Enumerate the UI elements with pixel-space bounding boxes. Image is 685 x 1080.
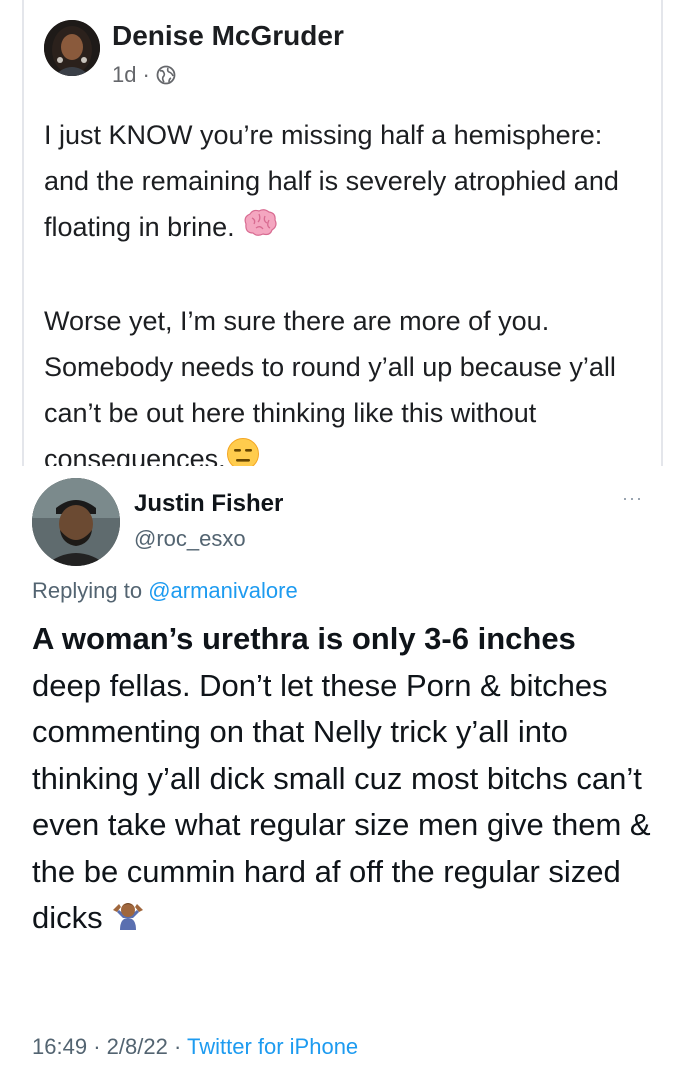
author-name[interactable]: Denise McGruder [112,20,344,52]
tweet-date[interactable]: 2/8/22 [107,1034,168,1059]
meta-separator: · [142,62,150,87]
footer-separator: · [93,1034,101,1059]
brain-emoji [242,206,278,252]
tweet-text: A woman’s urethra is only 3-6 inches dee… [32,616,662,943]
tweet-card: Justin Fisher @roc_esxo ··· Replying to … [0,466,685,1080]
replying-to: Replying to @armanivalore [32,578,298,604]
globe-icon[interactable] [156,65,176,85]
post-border-right [661,0,663,466]
post-paragraph-text: I just KNOW you’re missing half a hemisp… [44,120,619,242]
facebook-post: Denise McGruder 1d · I just KNOW you’re … [0,0,685,474]
tweet-bold-line: A woman’s urethra is only 3-6 inches [32,621,576,656]
reply-mention-link[interactable]: @armanivalore [148,578,298,603]
post-paragraph: Worse yet, I’m sure there are more of yo… [44,298,644,485]
replying-prefix: Replying to [32,578,143,603]
tweet-source-link[interactable]: Twitter for iPhone [187,1034,358,1059]
post-paragraph: I just KNOW you’re missing half a hemisp… [44,112,644,252]
more-options-icon[interactable]: ··· [622,488,643,509]
avatar[interactable] [32,478,120,566]
display-name[interactable]: Justin Fisher [134,490,283,518]
post-border-left [22,0,24,466]
post-text: I just KNOW you’re missing half a hemisp… [44,112,644,485]
user-handle[interactable]: @roc_esxo [134,526,246,552]
tweet-footer: 16:49 · 2/8/22 · Twitter for iPhone [32,1034,358,1060]
post-paragraph-text: Worse yet, I’m sure there are more of yo… [44,305,616,474]
avatar[interactable] [44,20,100,76]
tweet-time[interactable]: 16:49 [32,1034,87,1059]
post-meta: 1d · [112,62,176,88]
footer-separator: · [173,1034,182,1059]
post-time[interactable]: 1d [112,62,136,88]
person-shrugging-emoji [111,897,145,944]
tweet-body-text: deep fellas. Don’t let these Porn & bitc… [32,667,651,936]
